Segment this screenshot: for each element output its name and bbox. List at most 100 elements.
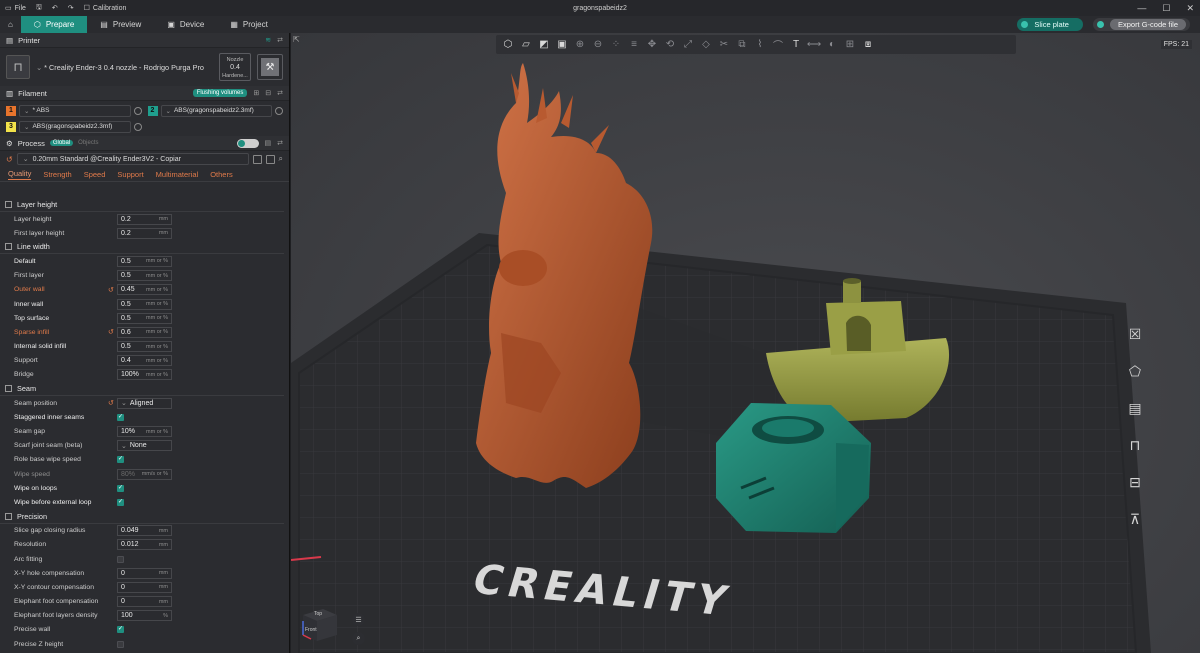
param-checkbox[interactable]: ✓ (117, 626, 124, 634)
filament-edit-icon[interactable] (133, 122, 142, 131)
process-settings-icon[interactable]: ⇄ (277, 139, 283, 147)
filament-number-badge[interactable]: 3 (6, 121, 16, 132)
zoom-out-icon[interactable]: ⊖ (590, 38, 606, 52)
seam-paint-icon[interactable]: ⌒ (770, 38, 786, 52)
param-input[interactable]: 0.5 mm or % (117, 341, 172, 353)
export-dropdown-icon[interactable] (1096, 21, 1104, 28)
remove-filament-icon[interactable]: ⊟ (265, 89, 271, 97)
filament-settings-icon[interactable]: ⇄ (277, 89, 283, 97)
slice-plate-button[interactable]: Slice plate (1017, 18, 1083, 31)
nozzle-select[interactable]: Nozzle 0.4 Hardene... (219, 53, 251, 81)
move-to-plate-icon[interactable]: ⊼ (1110, 504, 1160, 534)
filament-item-3[interactable]: 3 ⌄ ABS(gragonspabeidz2.3mf) (6, 120, 142, 133)
search-icon[interactable]: ⌕ (279, 154, 283, 164)
view-mode-icon[interactable]: ⧆ (860, 38, 876, 52)
process-preset-select[interactable]: ⌄ 0.20mm Standard @Creality Ender3V2 - Co… (16, 153, 249, 165)
tab-others[interactable]: Others (210, 170, 233, 179)
add-filament-icon[interactable]: ⊞ (253, 89, 259, 97)
flushing-volumes-button[interactable]: Flushing volumes (192, 89, 248, 97)
tab-quality[interactable]: Quality (8, 169, 32, 180)
filament-item-1[interactable]: 1 ⌄ * ABS (6, 104, 142, 117)
param-input[interactable]: 0.5 mm or % (117, 298, 172, 310)
lock-plate-icon[interactable]: ⊓ (1110, 430, 1160, 460)
tab-support[interactable]: Support (117, 170, 143, 179)
delete-preset-icon[interactable] (265, 154, 275, 164)
filament-number-badge[interactable]: 1 (6, 105, 16, 116)
tab-project[interactable]: ▦ Project (217, 16, 280, 33)
tab-prepare[interactable]: ⬡ Prepare (20, 16, 88, 33)
param-select[interactable]: Aligned (117, 397, 172, 409)
param-checkbox[interactable]: ✓ (117, 413, 124, 421)
param-input[interactable]: 0.2 mm (117, 227, 172, 239)
plate-filament-icon[interactable]: ⊟ (1110, 467, 1160, 497)
printer-edit-button[interactable]: ⚒ (257, 54, 283, 80)
tab-preview[interactable]: ▤ Preview (87, 16, 154, 33)
param-checkbox[interactable]: ✓ (117, 456, 124, 464)
param-input[interactable]: 0.2 mm (117, 213, 172, 225)
view-cube[interactable]: Top Front (297, 599, 341, 643)
move-icon[interactable]: ✥ (644, 38, 660, 52)
view-cube-front-label[interactable]: Front (305, 627, 317, 633)
auto-orient-icon[interactable]: ◩ (536, 38, 552, 52)
param-input[interactable]: 80% mm/s or % (117, 468, 172, 480)
tab-device[interactable]: ▣ Device (154, 16, 217, 33)
text-tool-icon[interactable]: T (788, 38, 804, 52)
minimize-icon[interactable]: — (1137, 3, 1146, 13)
reset-icon[interactable]: ↺ (108, 286, 114, 294)
home-tab[interactable]: ⌂ (0, 16, 21, 33)
param-input[interactable]: 0.6 mm or % (117, 326, 172, 338)
mesh-boolean-icon[interactable]: ⧉ (734, 38, 750, 52)
plate-settings-icon[interactable]: ▤ (1110, 393, 1160, 423)
measure-icon[interactable]: ⟷ (806, 38, 822, 52)
param-select[interactable]: None (117, 440, 172, 452)
param-input[interactable]: 10% mm or % (117, 426, 172, 438)
param-input[interactable]: 0.5 mm or % (117, 255, 172, 267)
objects-toggle-label[interactable]: Objects (78, 140, 98, 146)
arrange-plate-icon[interactable]: ⬠ (1110, 356, 1160, 386)
printer-select[interactable]: ⌄ * Creality Ender-3 0.4 nozzle - Rodrig… (36, 63, 213, 72)
param-input[interactable]: 0 mm (117, 581, 172, 593)
add-plate-icon[interactable]: ▱ (518, 38, 534, 52)
save-icon[interactable]: 🖫 (31, 3, 47, 14)
param-checkbox[interactable]: ✓ (117, 484, 124, 492)
tab-speed[interactable]: Speed (84, 170, 106, 179)
reset-icon[interactable]: ↺ (108, 328, 114, 336)
printer-settings-icon[interactable]: ⇄ (277, 36, 283, 44)
tab-multimaterial[interactable]: Multimaterial (156, 170, 199, 179)
tab-strength[interactable]: Strength (43, 170, 71, 179)
export-gcode-button[interactable]: Export G-code file (1092, 18, 1190, 31)
maximize-icon[interactable]: ☐ (1162, 3, 1170, 14)
view-menu-icon[interactable]: ☰ (352, 613, 365, 626)
param-checkbox[interactable] (117, 555, 124, 563)
scale-icon[interactable]: ⤢ (680, 38, 696, 52)
arrange-icon[interactable]: ▣ (554, 38, 570, 52)
slice-dropdown-icon[interactable] (1021, 21, 1029, 28)
split-icon[interactable]: ⁘ (608, 38, 624, 52)
zoom-in-icon[interactable]: ⊕ (572, 38, 588, 52)
view-search-icon[interactable]: ⌕ (352, 632, 365, 645)
wifi-icon[interactable]: ≋ (265, 36, 271, 44)
param-input[interactable]: 0.012 mm (117, 539, 172, 551)
calibration-menu[interactable]: ☐ Calibration (79, 4, 132, 13)
color-paint-icon[interactable]: ◐ (824, 38, 840, 52)
layers-icon[interactable]: ≡ (626, 38, 642, 52)
save-preset-icon[interactable] (252, 154, 262, 164)
param-input[interactable]: 0.5 mm or % (117, 270, 172, 282)
support-paint-icon[interactable]: ⌇ (752, 38, 768, 52)
assembly-icon[interactable]: ⊞ (842, 38, 858, 52)
filament-edit-icon[interactable] (275, 106, 283, 115)
file-menu[interactable]: ▭ File (0, 4, 31, 13)
view-cube-top-label[interactable]: Top (314, 611, 322, 617)
param-input[interactable]: 0.45 mm or % (117, 284, 172, 296)
filament-select[interactable]: ⌄ ABS(gragonspabeidz2.3mf) (160, 104, 272, 117)
filament-edit-icon[interactable] (133, 106, 142, 115)
param-input[interactable]: 0.5 mm or % (117, 312, 172, 324)
advanced-toggle[interactable] (236, 138, 259, 148)
param-input[interactable]: 100% (117, 610, 172, 622)
3d-viewport[interactable]: CREALITY ⇱ ⬡ ▱ ◩ ▣ ⊕ ⊖ ⁘ ≡ ✥ ⟲ ⤢ ◇ ✂ ⧉ ⌇… (291, 33, 1200, 653)
param-input[interactable]: 0 mm (117, 567, 172, 579)
add-object-icon[interactable]: ⬡ (500, 38, 516, 52)
filament-select[interactable]: ⌄ * ABS (19, 104, 131, 117)
reset-icon[interactable]: ↺ (108, 399, 114, 407)
close-icon[interactable]: ✕ (1186, 3, 1194, 14)
